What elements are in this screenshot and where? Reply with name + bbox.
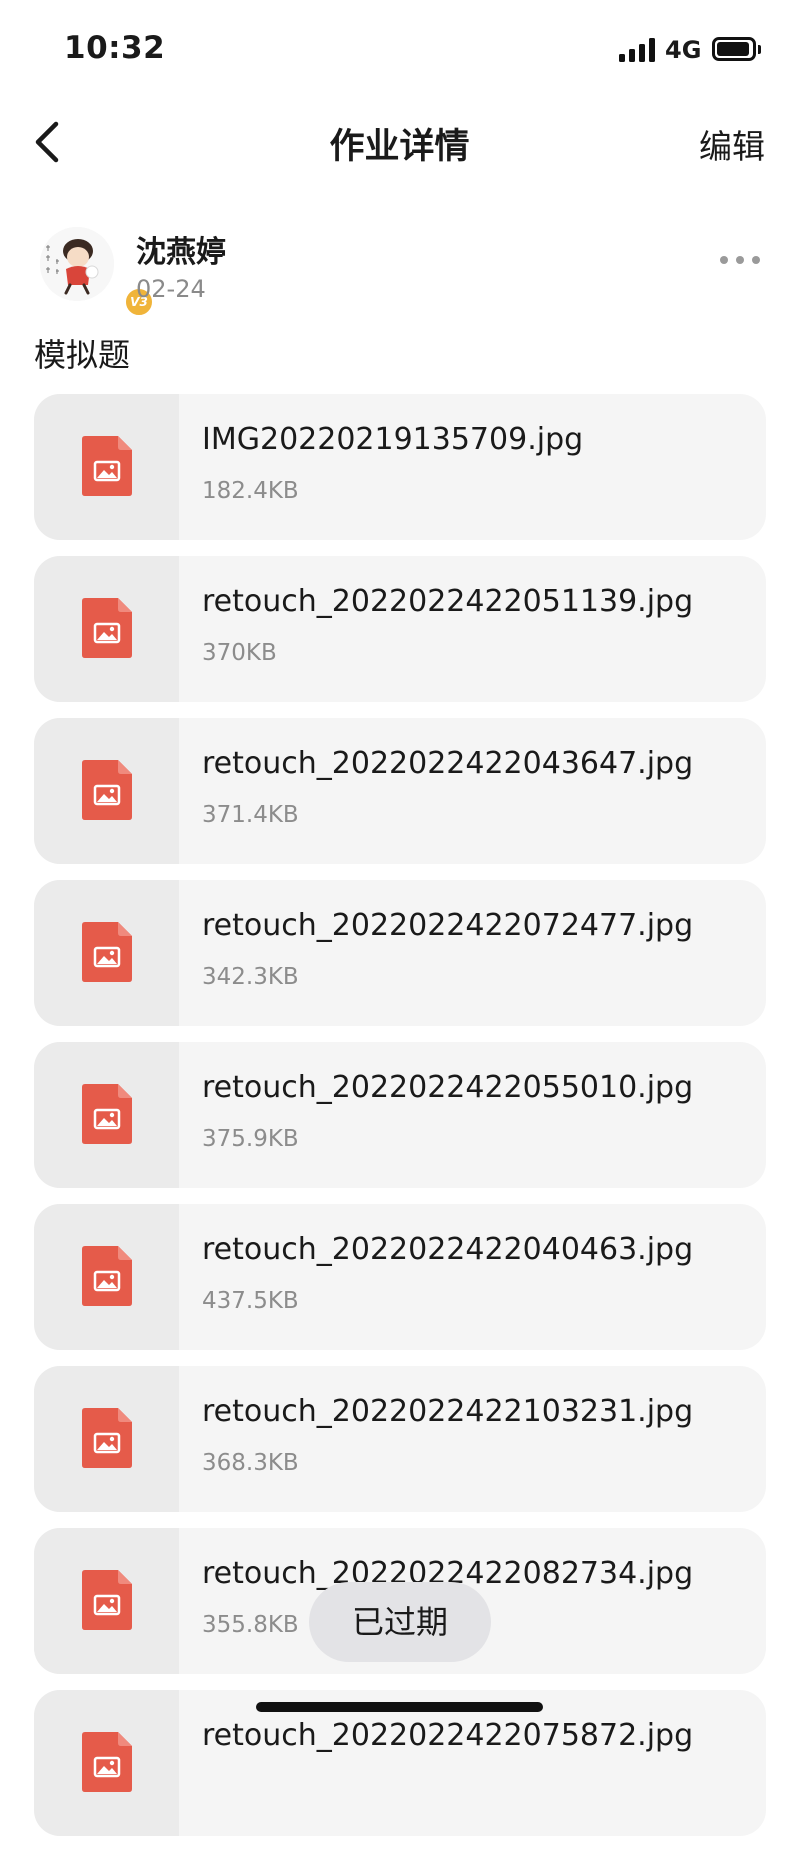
image-file-icon <box>82 760 132 820</box>
file-item[interactable]: retouch_2022022422055010.jpg 375.9KB <box>34 1042 766 1188</box>
image-file-icon <box>82 598 132 658</box>
expired-toast: 已过期 <box>309 1582 491 1662</box>
file-item[interactable]: retouch_2022022422103231.jpg 368.3KB <box>34 1366 766 1512</box>
file-thumb <box>34 718 179 864</box>
author-row: V3 沈燕婷 02-24 <box>0 215 799 317</box>
avatar-illustration <box>40 227 114 301</box>
status-time: 10:32 <box>64 30 166 66</box>
file-thumb <box>34 1042 179 1188</box>
file-name: IMG20220219135709.jpg <box>202 422 584 457</box>
file-item[interactable]: retouch_2022022422051139.jpg 370KB <box>34 556 766 702</box>
signal-icon <box>619 38 655 62</box>
status-bar: 10:32 4G <box>0 0 799 100</box>
file-size: 342.3KB <box>202 964 299 990</box>
file-thumb <box>34 1366 179 1512</box>
file-size: 182.4KB <box>202 478 299 504</box>
file-thumb <box>34 394 179 540</box>
file-name: retouch_2022022422055010.jpg <box>202 1070 694 1105</box>
battery-icon <box>712 37 756 61</box>
section-title: 模拟题 <box>34 336 131 374</box>
battery-cap <box>758 45 761 54</box>
file-thumb <box>34 556 179 702</box>
image-file-icon <box>82 1732 132 1792</box>
file-thumb <box>34 880 179 1026</box>
image-file-icon <box>82 1246 132 1306</box>
file-thumb <box>34 1690 179 1836</box>
file-item[interactable]: retouch_2022022422040463.jpg 437.5KB <box>34 1204 766 1350</box>
file-size: 355.8KB <box>202 1612 299 1638</box>
file-size: 370KB <box>202 640 277 666</box>
file-size: 375.9KB <box>202 1126 299 1152</box>
file-item[interactable]: IMG20220219135709.jpg 182.4KB <box>34 394 766 540</box>
network-type: 4G <box>665 36 702 64</box>
file-name: retouch_2022022422075872.jpg <box>202 1718 694 1753</box>
avatar[interactable]: V3 <box>40 227 154 317</box>
image-file-icon <box>82 436 132 496</box>
file-item[interactable]: retouch_2022022422072477.jpg 342.3KB <box>34 880 766 1026</box>
file-name: retouch_2022022422103231.jpg <box>202 1394 694 1429</box>
page-title: 作业详情 <box>329 127 470 167</box>
image-file-icon <box>82 922 132 982</box>
nav-bar: 作业详情 编辑 <box>0 100 799 185</box>
image-file-icon <box>82 1408 132 1468</box>
author-name: 沈燕婷 <box>136 235 226 270</box>
post-date: 02-24 <box>136 275 206 303</box>
file-item[interactable]: retouch_2022022422043647.jpg 371.4KB <box>34 718 766 864</box>
file-size: 371.4KB <box>202 802 299 828</box>
file-name: retouch_2022022422051139.jpg <box>202 584 694 619</box>
file-thumb <box>34 1204 179 1350</box>
file-thumb <box>34 1528 179 1674</box>
file-size: 437.5KB <box>202 1288 299 1314</box>
home-indicator[interactable] <box>256 1702 543 1712</box>
file-name: retouch_2022022422043647.jpg <box>202 746 694 781</box>
file-size: 368.3KB <box>202 1450 299 1476</box>
image-file-icon <box>82 1084 132 1144</box>
image-file-icon <box>82 1570 132 1630</box>
file-name: retouch_2022022422072477.jpg <box>202 908 694 943</box>
edit-button[interactable]: 编辑 <box>699 120 765 168</box>
more-options-button[interactable] <box>720 253 760 267</box>
file-name: retouch_2022022422040463.jpg <box>202 1232 694 1267</box>
